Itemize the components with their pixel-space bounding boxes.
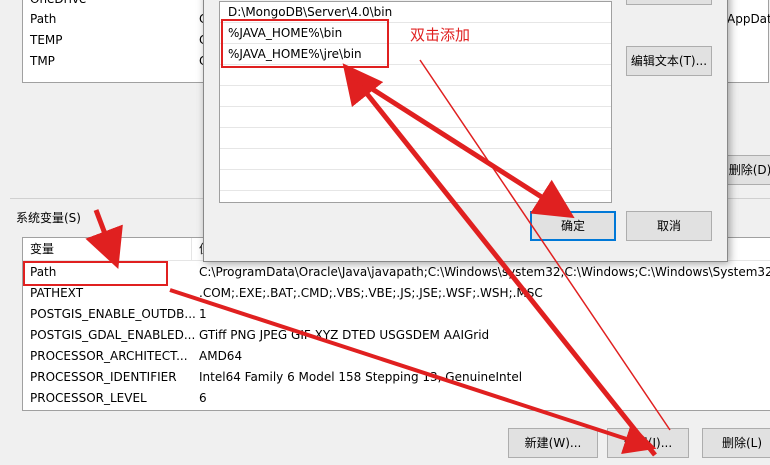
system-variables-label: 系统变量(S) xyxy=(16,211,81,225)
edit-variable-button[interactable]: 编辑(I)... xyxy=(607,428,689,458)
table-row[interactable]: PROCESSOR_LEVEL 6 xyxy=(23,388,770,409)
list-item[interactable] xyxy=(220,86,611,107)
dialog-top-button[interactable] xyxy=(626,0,712,5)
edit-text-button[interactable]: 编辑文本(T)... xyxy=(626,46,712,76)
table-row[interactable]: PATHEXT .COM;.EXE;.BAT;.CMD;.VBS;.VBE;.J… xyxy=(23,283,770,304)
table-row[interactable]: POSTGIS_ENABLE_OUTDB... 1 xyxy=(23,304,770,325)
annotation-double-click-add: 双击添加 xyxy=(410,26,471,44)
table-row[interactable]: PROCESSOR_ARCHITECT... AMD64 xyxy=(23,346,770,367)
list-item[interactable] xyxy=(220,149,611,170)
column-header-name[interactable]: 变量 xyxy=(30,238,54,260)
highlight-new-entries xyxy=(221,19,389,68)
list-item[interactable] xyxy=(220,128,611,149)
highlight-path-row xyxy=(23,261,168,286)
list-item[interactable] xyxy=(220,170,611,191)
table-row[interactable]: POSTGIS_GDAL_ENABLED... GTiff PNG JPEG G… xyxy=(23,325,770,346)
user-var-partial-value: AppDat xyxy=(727,12,770,26)
ok-button[interactable]: 确定 xyxy=(530,211,616,241)
list-item[interactable] xyxy=(220,107,611,128)
cancel-button[interactable]: 取消 xyxy=(626,211,712,241)
new-variable-button[interactable]: 新建(W)... xyxy=(508,428,598,458)
list-item[interactable] xyxy=(220,65,611,86)
delete-variable-button[interactable]: 删除(L) xyxy=(702,428,770,458)
table-row[interactable]: PROCESSOR_IDENTIFIER Intel64 Family 6 Mo… xyxy=(23,367,770,388)
column-divider xyxy=(191,238,192,260)
